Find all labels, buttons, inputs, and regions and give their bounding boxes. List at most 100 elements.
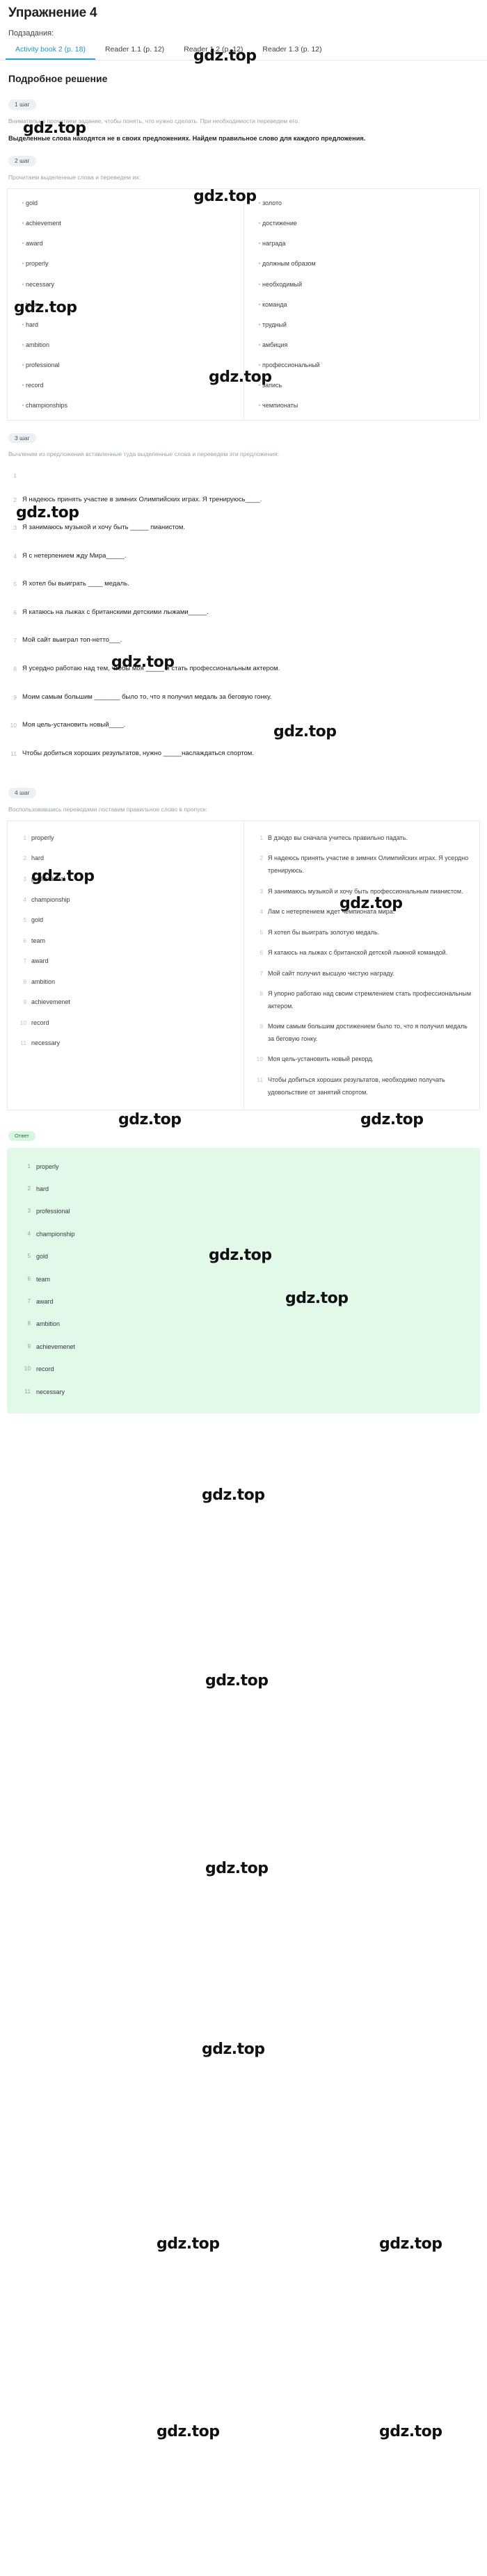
- vocabulary-item: золото: [251, 199, 472, 207]
- item-number: 8: [23, 978, 26, 985]
- vocabulary-item: команда: [251, 300, 472, 309]
- vocabulary-word-en: professional: [26, 362, 60, 369]
- answer-item: 5 gold: [13, 1251, 474, 1261]
- watermark: gdz.top: [205, 1672, 269, 1690]
- sentence-number: 5: [13, 581, 17, 588]
- vocabulary-word-ru: достижение: [262, 220, 297, 227]
- answer-word-row: 11 necessary: [13, 1037, 238, 1050]
- bullet-icon: [15, 381, 26, 389]
- item-number: 3: [23, 875, 26, 882]
- step-4-badge: 4 шаг: [8, 788, 36, 798]
- exercise-title: Упражнение 4: [8, 6, 97, 20]
- translation-text: Моим самым большим достижением было то, …: [268, 1023, 468, 1042]
- answer-word-row: 2 hard: [13, 852, 238, 865]
- bullet-icon: [251, 401, 262, 410]
- translated-sentences-list: 1 2 Я надеюсь принять участие в зимних Оли…: [0, 460, 487, 779]
- answer-word: team: [36, 1275, 51, 1283]
- vocabulary-item: record: [15, 381, 237, 389]
- answer-item: 7 award: [13, 1297, 474, 1306]
- translation-text: Я надеюсь принять участие в зимних Олимп…: [268, 854, 469, 874]
- sentence-number: 9: [13, 693, 17, 701]
- answer-item: 4 championship: [13, 1229, 474, 1239]
- answer-number: 10: [24, 1365, 31, 1372]
- answer-word: achievemenet: [31, 998, 71, 1006]
- answer-word: properly: [36, 1163, 59, 1170]
- vocabulary-word-ru: золото: [262, 200, 282, 207]
- bullet-icon: [15, 361, 26, 369]
- answer-word: team: [31, 937, 46, 944]
- sentence-text: Мой сайт выиграл топ-нетто___.: [22, 636, 122, 645]
- translated-sentence: 4 Я с нетерпением жду Мира_____.: [7, 550, 477, 563]
- sentence-number: 11: [10, 750, 17, 757]
- bullet-icon: [15, 280, 26, 289]
- translation-text: Лам с нетерпением ждет чемпионата мира.: [268, 908, 395, 916]
- bullet-icon: [15, 239, 26, 248]
- translated-sentence: 8 Я усердно работаю над тем, чтобы моя __…: [7, 663, 477, 676]
- vocabulary-item: трудный: [251, 321, 472, 329]
- answer-word: necessary: [31, 1039, 61, 1047]
- item-number: 2: [23, 854, 26, 862]
- answer-word: hard: [31, 854, 45, 862]
- vocabulary-word-ru: команда: [262, 300, 287, 308]
- answer-word: professional: [36, 1208, 70, 1215]
- vocabulary-item: профессиональный: [251, 361, 472, 369]
- translated-sentence: 3 Я занимаюсь музыкой и хочу быть _____ п…: [7, 521, 477, 535]
- translated-sentence: 9 Моим самым большим _______ было то, что…: [7, 691, 477, 704]
- translation-row: 10 Моя цель-установить новый рекорд.: [250, 1053, 474, 1066]
- translation-row: 9 Моим самым большим достижением было то,…: [250, 1021, 474, 1045]
- answer-word: professional: [31, 875, 65, 882]
- translation-row: 1 В дзюдо вы сначала учитесь правильно па…: [250, 832, 474, 845]
- vocabulary-item: запись: [251, 381, 472, 389]
- answer-item: 8 ambition: [13, 1319, 474, 1329]
- vocabulary-item: hard: [15, 321, 237, 329]
- vocabulary-word-ru: запись: [262, 382, 282, 389]
- tab-reader-1-1[interactable]: Reader 1.1 (p. 12): [95, 41, 174, 60]
- tab-activity-book-2[interactable]: Activity book 2 (p. 18): [6, 41, 95, 60]
- answer-number: 1: [27, 1162, 31, 1169]
- sentence-text: Я хотел бы выиграть ____ медаль.: [22, 580, 129, 588]
- vocabulary-word-en: award: [26, 240, 43, 248]
- vocabulary-word-en: championships: [26, 402, 68, 410]
- translated-sentence: 6 Я катаюсь на лыжах с британскими детски…: [7, 606, 477, 619]
- sentence-text: Я надеюсь принять участие в зимних Олимп…: [22, 495, 262, 503]
- watermark: gdz.top: [202, 1487, 265, 1504]
- translation-text: Я катаюсь на лыжах с британской детской …: [268, 949, 448, 957]
- answer-word: necessary: [36, 1388, 65, 1395]
- answer-item: 9 achievemenet: [13, 1342, 474, 1352]
- item-number: 2: [260, 854, 263, 862]
- vocabulary-word-en: necessary: [26, 280, 55, 288]
- sentence-number: 2: [13, 496, 17, 503]
- sentence-number: 6: [13, 608, 17, 616]
- answer-number: 3: [27, 1207, 31, 1215]
- item-number: 7: [23, 957, 26, 965]
- answer-word: gold: [31, 916, 44, 924]
- vocabulary-item: награда: [251, 239, 472, 248]
- answer-word: championship: [31, 896, 70, 903]
- translation-text: Я занимаюсь музыкой и хочу быть професси…: [268, 887, 463, 895]
- watermark: gdz.top: [379, 2235, 442, 2253]
- tab-reader-1-3[interactable]: Reader 1.3 (p. 12): [253, 41, 331, 60]
- translation-row: 7 Мой сайт получил высшую чистую награду.: [250, 968, 474, 980]
- tab-reader-1-2[interactable]: Reader 1.2 (p. 12): [174, 41, 253, 60]
- vocabulary-item: achievement: [15, 219, 237, 227]
- answer-word-row: 7 award: [13, 955, 238, 968]
- item-number: 4: [23, 896, 26, 903]
- answer-number: 5: [27, 1252, 31, 1260]
- vocabulary-table: gold achievement award properly necessary tea…: [7, 188, 480, 421]
- translation-text: Моя цель-установить новый рекорд.: [268, 1055, 374, 1063]
- answer-box: 1 properly 2 hard 3 professional 4 championship…: [7, 1147, 480, 1413]
- bullet-icon: [251, 300, 262, 309]
- bullet-icon: [251, 219, 262, 227]
- vocabulary-word-en: achievement: [26, 220, 62, 227]
- translation-text: Я хотел бы выиграть золотую медаль.: [268, 928, 380, 936]
- bullet-icon: [251, 361, 262, 369]
- watermark: gdz.top: [205, 1860, 269, 1877]
- vocabulary-item: должным образом: [251, 259, 472, 268]
- sentence-number: 10: [10, 722, 17, 729]
- vocabulary-item: championships: [15, 401, 237, 410]
- item-number: 6: [23, 937, 26, 944]
- watermark: gdz.top: [360, 1111, 424, 1128]
- vocabulary-word-en: gold: [26, 200, 38, 207]
- sentence-number: 7: [13, 637, 17, 645]
- bullet-icon: [15, 259, 26, 268]
